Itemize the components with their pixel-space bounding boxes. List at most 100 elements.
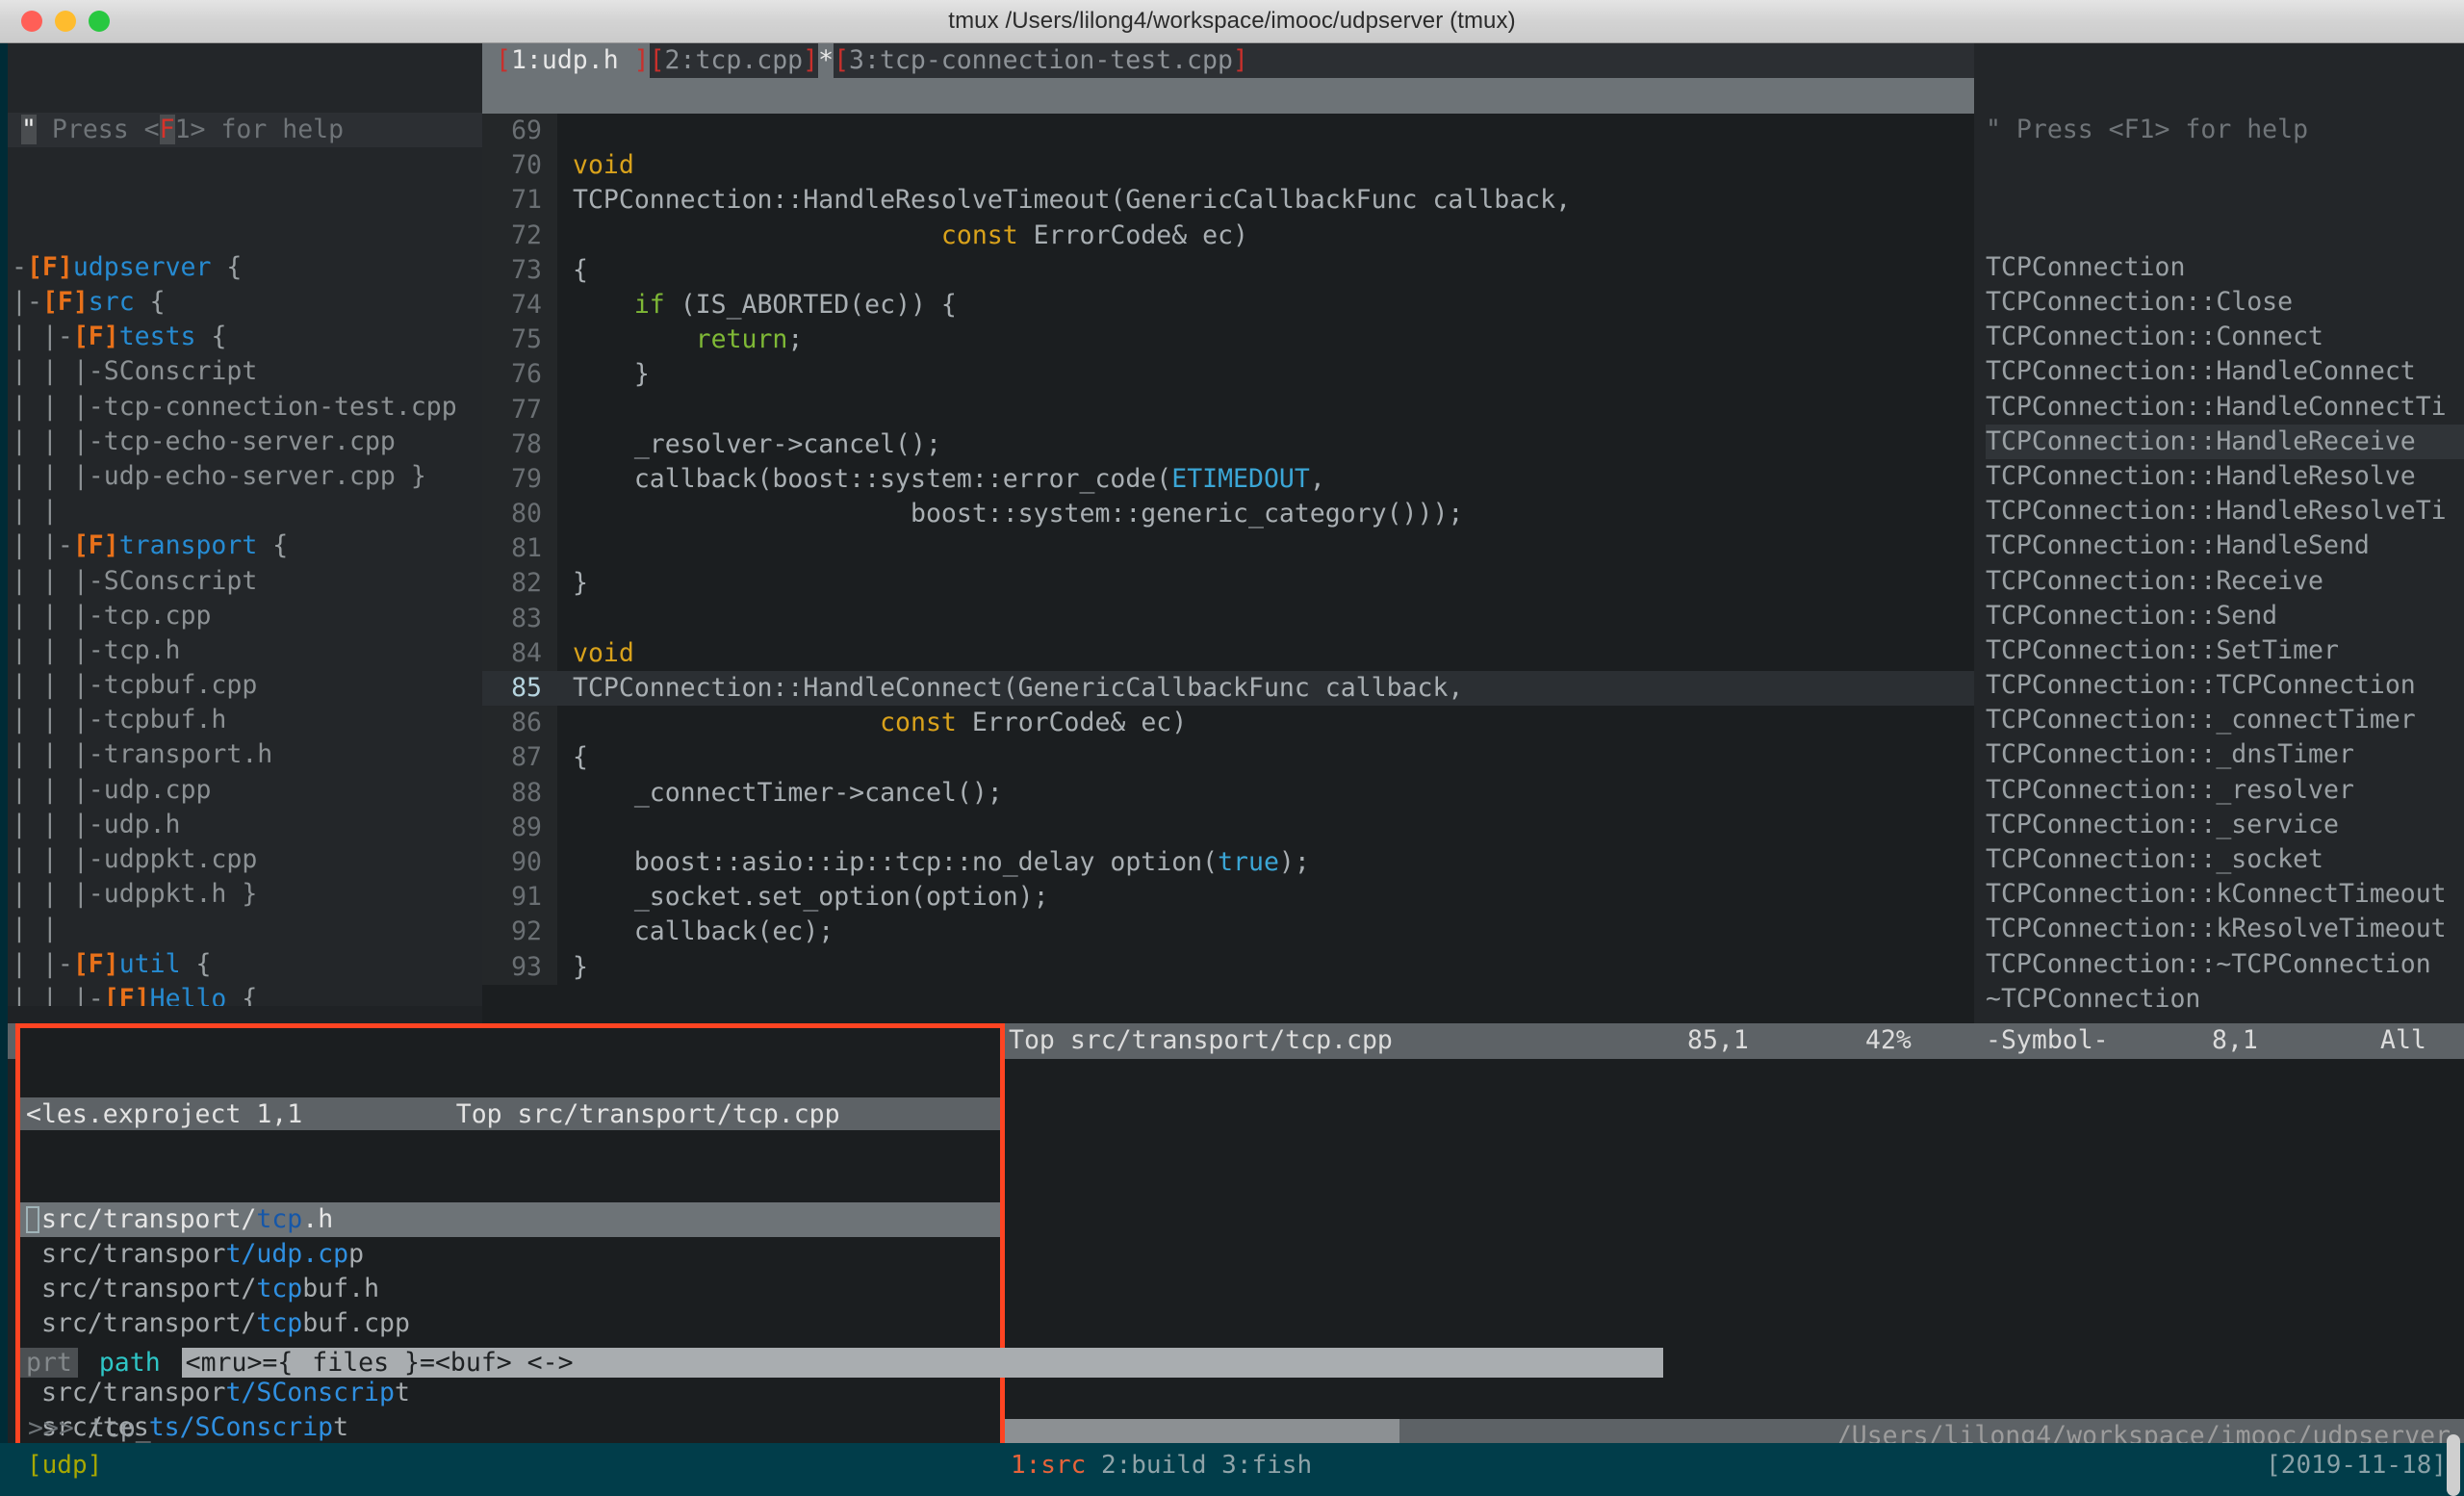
tab-2[interactable]: [2:tcp.cpp] <box>649 43 819 78</box>
scrollbar-thumb[interactable] <box>2447 1434 2460 1496</box>
tagbar-symbol-panel[interactable]: " Press <F1> for help TCPConnection TCPCo… <box>1974 43 2464 1023</box>
nerdtree-file[interactable]: | | |-tcpbuf.cpp <box>12 668 482 703</box>
tmux-session-name[interactable]: [udp] <box>27 1451 102 1480</box>
tagbar-tag[interactable]: TCPConnection::_dnsTimer <box>1986 737 2464 772</box>
code-line[interactable]: 77 <box>482 392 1974 427</box>
tagbar-tag[interactable]: TCPConnection::_socket <box>1986 842 2464 877</box>
tagbar-tag[interactable]: TCPConnection::_connectTimer <box>1986 703 2464 737</box>
nerdtree-file[interactable]: | | |-tcpbuf.h <box>12 703 482 737</box>
tagbar-tag[interactable]: TCPConnection::Connect <box>1986 320 2464 354</box>
nerdtree-file[interactable]: | | <box>12 494 482 529</box>
nerdtree-file[interactable]: | | |-udp.h <box>12 808 482 842</box>
tagbar-tag[interactable]: TCPConnection::kConnectTimeout <box>1986 877 2464 912</box>
nerdtree-file[interactable]: | | |-udppkt.cpp <box>12 842 482 877</box>
tab-1[interactable]: [1:udp.h ] <box>496 43 650 78</box>
code-line[interactable]: 86 const ErrorCode& ec) <box>482 706 1974 741</box>
tagbar-tag[interactable]: TCPConnection::Close <box>1986 285 2464 320</box>
code-line[interactable]: 73 { <box>482 252 1974 288</box>
code-line[interactable]: 72 const ErrorCode& ec) <box>482 218 1974 253</box>
nerdtree-file[interactable]: | | |-transport.h <box>12 737 482 772</box>
tmux-window-list[interactable]: 1:src 2:build 3:fish <box>1011 1445 1312 1485</box>
leaderf-files-button[interactable]: files <box>312 1348 390 1378</box>
leaderf-result-row[interactable]: src/transport/udp.cpp <box>20 1237 1000 1272</box>
nerdtree-tree[interactable]: -[F]udpserver {|-[F]src {| |-[F]tests {|… <box>8 218 482 1006</box>
tagbar-tag[interactable]: TCPConnection::Send <box>1986 599 2464 633</box>
nerdtree-file[interactable]: | | |-tcp-connection-test.cpp <box>12 390 482 425</box>
nerdtree-file[interactable]: | | |-udp.cpp <box>12 773 482 808</box>
code-line[interactable]: 90 boost::asio::ip::tcp::no_delay option… <box>482 844 1974 881</box>
leaderf-path-button[interactable]: path <box>93 1348 167 1378</box>
code-line[interactable]: 91 _socket.set_option(option); <box>482 880 1974 916</box>
tab-3[interactable]: [3:tcp-connection-test.cpp] <box>834 43 1248 78</box>
nerdtree-file[interactable]: | | |-udp-echo-server.cpp } <box>12 459 482 494</box>
leaderf-result-row[interactable]: src/transport/SConscript <box>20 1376 1000 1410</box>
code-line[interactable]: 85 TCPConnection::HandleConnect(GenericCa… <box>482 671 1974 707</box>
tagbar-tag[interactable]: TCPConnection::TCPConnection <box>1986 668 2464 703</box>
nerdtree-directory[interactable]: | |-[F]tests { <box>12 320 482 354</box>
tagbar-tag[interactable]: TCPConnection::_resolver <box>1986 773 2464 808</box>
nerdtree-directory[interactable]: | |-[F]transport { <box>12 529 482 563</box>
tagbar-tag[interactable]: TCPConnection::HandleConnectTi <box>1986 390 2464 425</box>
tagbar-tag[interactable]: TCPConnection::HandleResolveTi <box>1986 494 2464 529</box>
result-path-prefix: src/transport/ <box>41 1203 257 1234</box>
tmux-window-3[interactable]: 3:fish <box>1221 1451 1312 1480</box>
code-line[interactable]: 87 { <box>482 740 1974 776</box>
tree-indent: | | |- <box>12 705 104 735</box>
tagbar-tag[interactable]: TCPConnection::~TCPConnection <box>1986 947 2464 982</box>
code-line[interactable]: 89 <box>482 810 1974 845</box>
code-line[interactable]: 71 TCPConnection::HandleResolveTimeout(Ge… <box>482 183 1974 219</box>
tagbar-tag[interactable]: ~TCPConnection <box>1986 982 2464 1017</box>
tagbar-tag[interactable]: TCPConnection::_service <box>1986 808 2464 842</box>
nerdtree-file[interactable]: | | |-tcp.cpp <box>12 599 482 633</box>
tagbar-tag[interactable]: TCPConnection::kResolveTimeout <box>1986 912 2464 946</box>
nerdtree-directory[interactable]: | | |-[F]Hello { <box>12 982 482 1006</box>
code-line[interactable]: 83 <box>482 601 1974 636</box>
nerdtree-directory[interactable]: |-[F]src { <box>12 285 482 320</box>
leaderf-buf-button[interactable]: }=<buf> <-> <box>404 1348 574 1378</box>
code-line[interactable]: 84 void <box>482 635 1974 672</box>
code-line[interactable]: 69 <box>482 114 1974 149</box>
code-line[interactable]: 74 if (IS_ABORTED(ec)) { <box>482 287 1974 323</box>
code-line[interactable]: 82} <box>482 566 1974 602</box>
tagbar-tag[interactable]: TCPConnection::HandleSend <box>1986 529 2464 563</box>
nerdtree-file[interactable]: | | |-tcp.h <box>12 633 482 668</box>
leaderf-fuzzy-finder-popup[interactable]: <les.exproject 1,1 Top src/transport/tcp… <box>15 1023 1664 1496</box>
code-line[interactable]: 70 void <box>482 148 1974 184</box>
code-line[interactable]: 92 callback(ec); <box>482 915 1974 950</box>
nerdtree-file[interactable]: | | <box>12 912 482 946</box>
leaderf-toolbar[interactable]: prt path <mru>={ files }=<buf> <-> <box>20 1346 1664 1380</box>
code-line[interactable]: 79 callback(boost::system::error_code(ET… <box>482 461 1974 498</box>
tagbar-tag[interactable]: TCPConnection::HandleResolve <box>1986 459 2464 494</box>
tagbar-tag-list[interactable]: TCPConnection TCPConnection::Close TCPConn… <box>1974 218 2464 1023</box>
code-buffer[interactable]: 69 70 void 71 TCPConnection::HandleResolveTi… <box>482 114 1974 1023</box>
code-line[interactable]: 93} <box>482 949 1974 985</box>
nerdtree-file[interactable]: | | |-udppkt.h } <box>12 877 482 912</box>
tmux-window-1[interactable]: 1:src <box>1011 1451 1086 1480</box>
code-line[interactable]: 81 <box>482 531 1974 567</box>
code-line[interactable]: 75 return; <box>482 322 1974 358</box>
leaderf-result-row[interactable]: src/transport/tcpbuf.cpp <box>20 1306 1000 1341</box>
tagbar-tag[interactable]: TCPConnection::HandleReceive <box>1986 424 2464 459</box>
code-text: callback(ec); <box>557 915 834 949</box>
leaderf-mru-button[interactable]: <mru>={ <box>181 1348 297 1378</box>
tmux-window-2[interactable]: 2:build <box>1101 1451 1207 1480</box>
code-line[interactable]: 78 _resolver->cancel(); <box>482 426 1974 462</box>
tagbar-tag[interactable]: TCPConnection::HandleConnect <box>1986 354 2464 389</box>
leaderf-prt-button[interactable]: prt <box>20 1348 78 1378</box>
tagbar-tag[interactable]: TCPConnection::Receive <box>1986 564 2464 599</box>
nerdtree-file-explorer[interactable]: " Press <F1> for help -[F]udpserver {|-[… <box>8 43 482 1006</box>
nerdtree-directory[interactable]: -[F]udpserver { <box>12 250 482 285</box>
nerdtree-file[interactable]: | | |-tcp-echo-server.cpp <box>12 425 482 459</box>
tagbar-tag[interactable]: TCPConnection <box>1986 250 2464 285</box>
code-line[interactable]: 88 _connectTimer->cancel(); <box>482 775 1974 811</box>
nerdtree-file[interactable]: | | |-SConscript <box>12 354 482 389</box>
leaderf-result-row[interactable]: src/transport/tcp.h <box>20 1201 1000 1237</box>
code-line[interactable]: 80 boost::system::generic_category())); <box>482 497 1974 532</box>
code-line[interactable]: 76 } <box>482 357 1974 393</box>
nerdtree-directory[interactable]: | |-[F]util { <box>12 947 482 982</box>
vim-tabline[interactable]: [1:udp.h ][2:tcp.cpp]*[3:tcp-connection-… <box>482 43 1974 78</box>
leaderf-result-row[interactable]: src/transport/tcpbuf.h <box>20 1272 1000 1306</box>
folder-icon: [F] <box>72 948 119 979</box>
tagbar-tag[interactable]: TCPConnection::SetTimer <box>1986 633 2464 668</box>
nerdtree-file[interactable]: | | |-SConscript <box>12 564 482 599</box>
